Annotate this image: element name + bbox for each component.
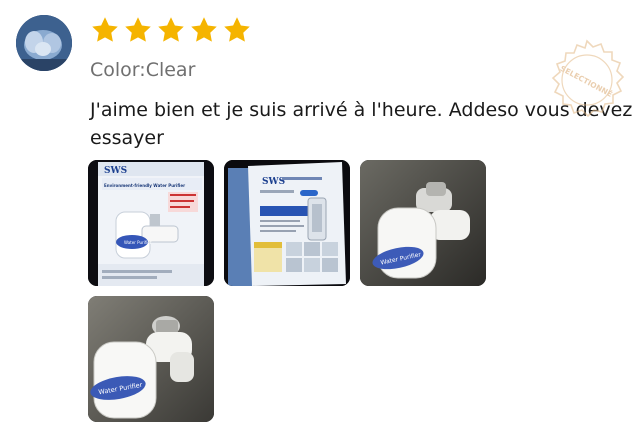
- color-label: Color:: [90, 59, 146, 81]
- star-icon: [222, 15, 252, 45]
- photo-1-filter-label: Water Purifier: [124, 240, 152, 245]
- review-photo-3[interactable]: Water Purifier: [360, 160, 486, 286]
- photo-2-brand: SWS: [262, 177, 285, 187]
- avatar: [16, 15, 72, 71]
- star-icon: [90, 15, 120, 45]
- photo-1-title: Environment-friendly Water Purifier: [104, 183, 185, 188]
- photo-1-brand: SWS: [104, 166, 127, 176]
- review-photo-4[interactable]: Water Purifier: [88, 296, 214, 422]
- color-value: Clear: [145, 59, 196, 81]
- review-photo-2[interactable]: SWS: [224, 160, 350, 286]
- star-icon: [189, 15, 219, 45]
- star-rating: [90, 15, 252, 45]
- star-icon: [156, 15, 186, 45]
- selected-stamp: SELECTIONNÉ: [540, 30, 634, 124]
- stamp-text: SELECTIONNÉ: [559, 64, 614, 99]
- review-photo-1[interactable]: SWS Environment-friendly Water Purifier …: [88, 160, 214, 286]
- star-icon: [123, 15, 153, 45]
- variant-color: Color:Clear: [90, 59, 195, 81]
